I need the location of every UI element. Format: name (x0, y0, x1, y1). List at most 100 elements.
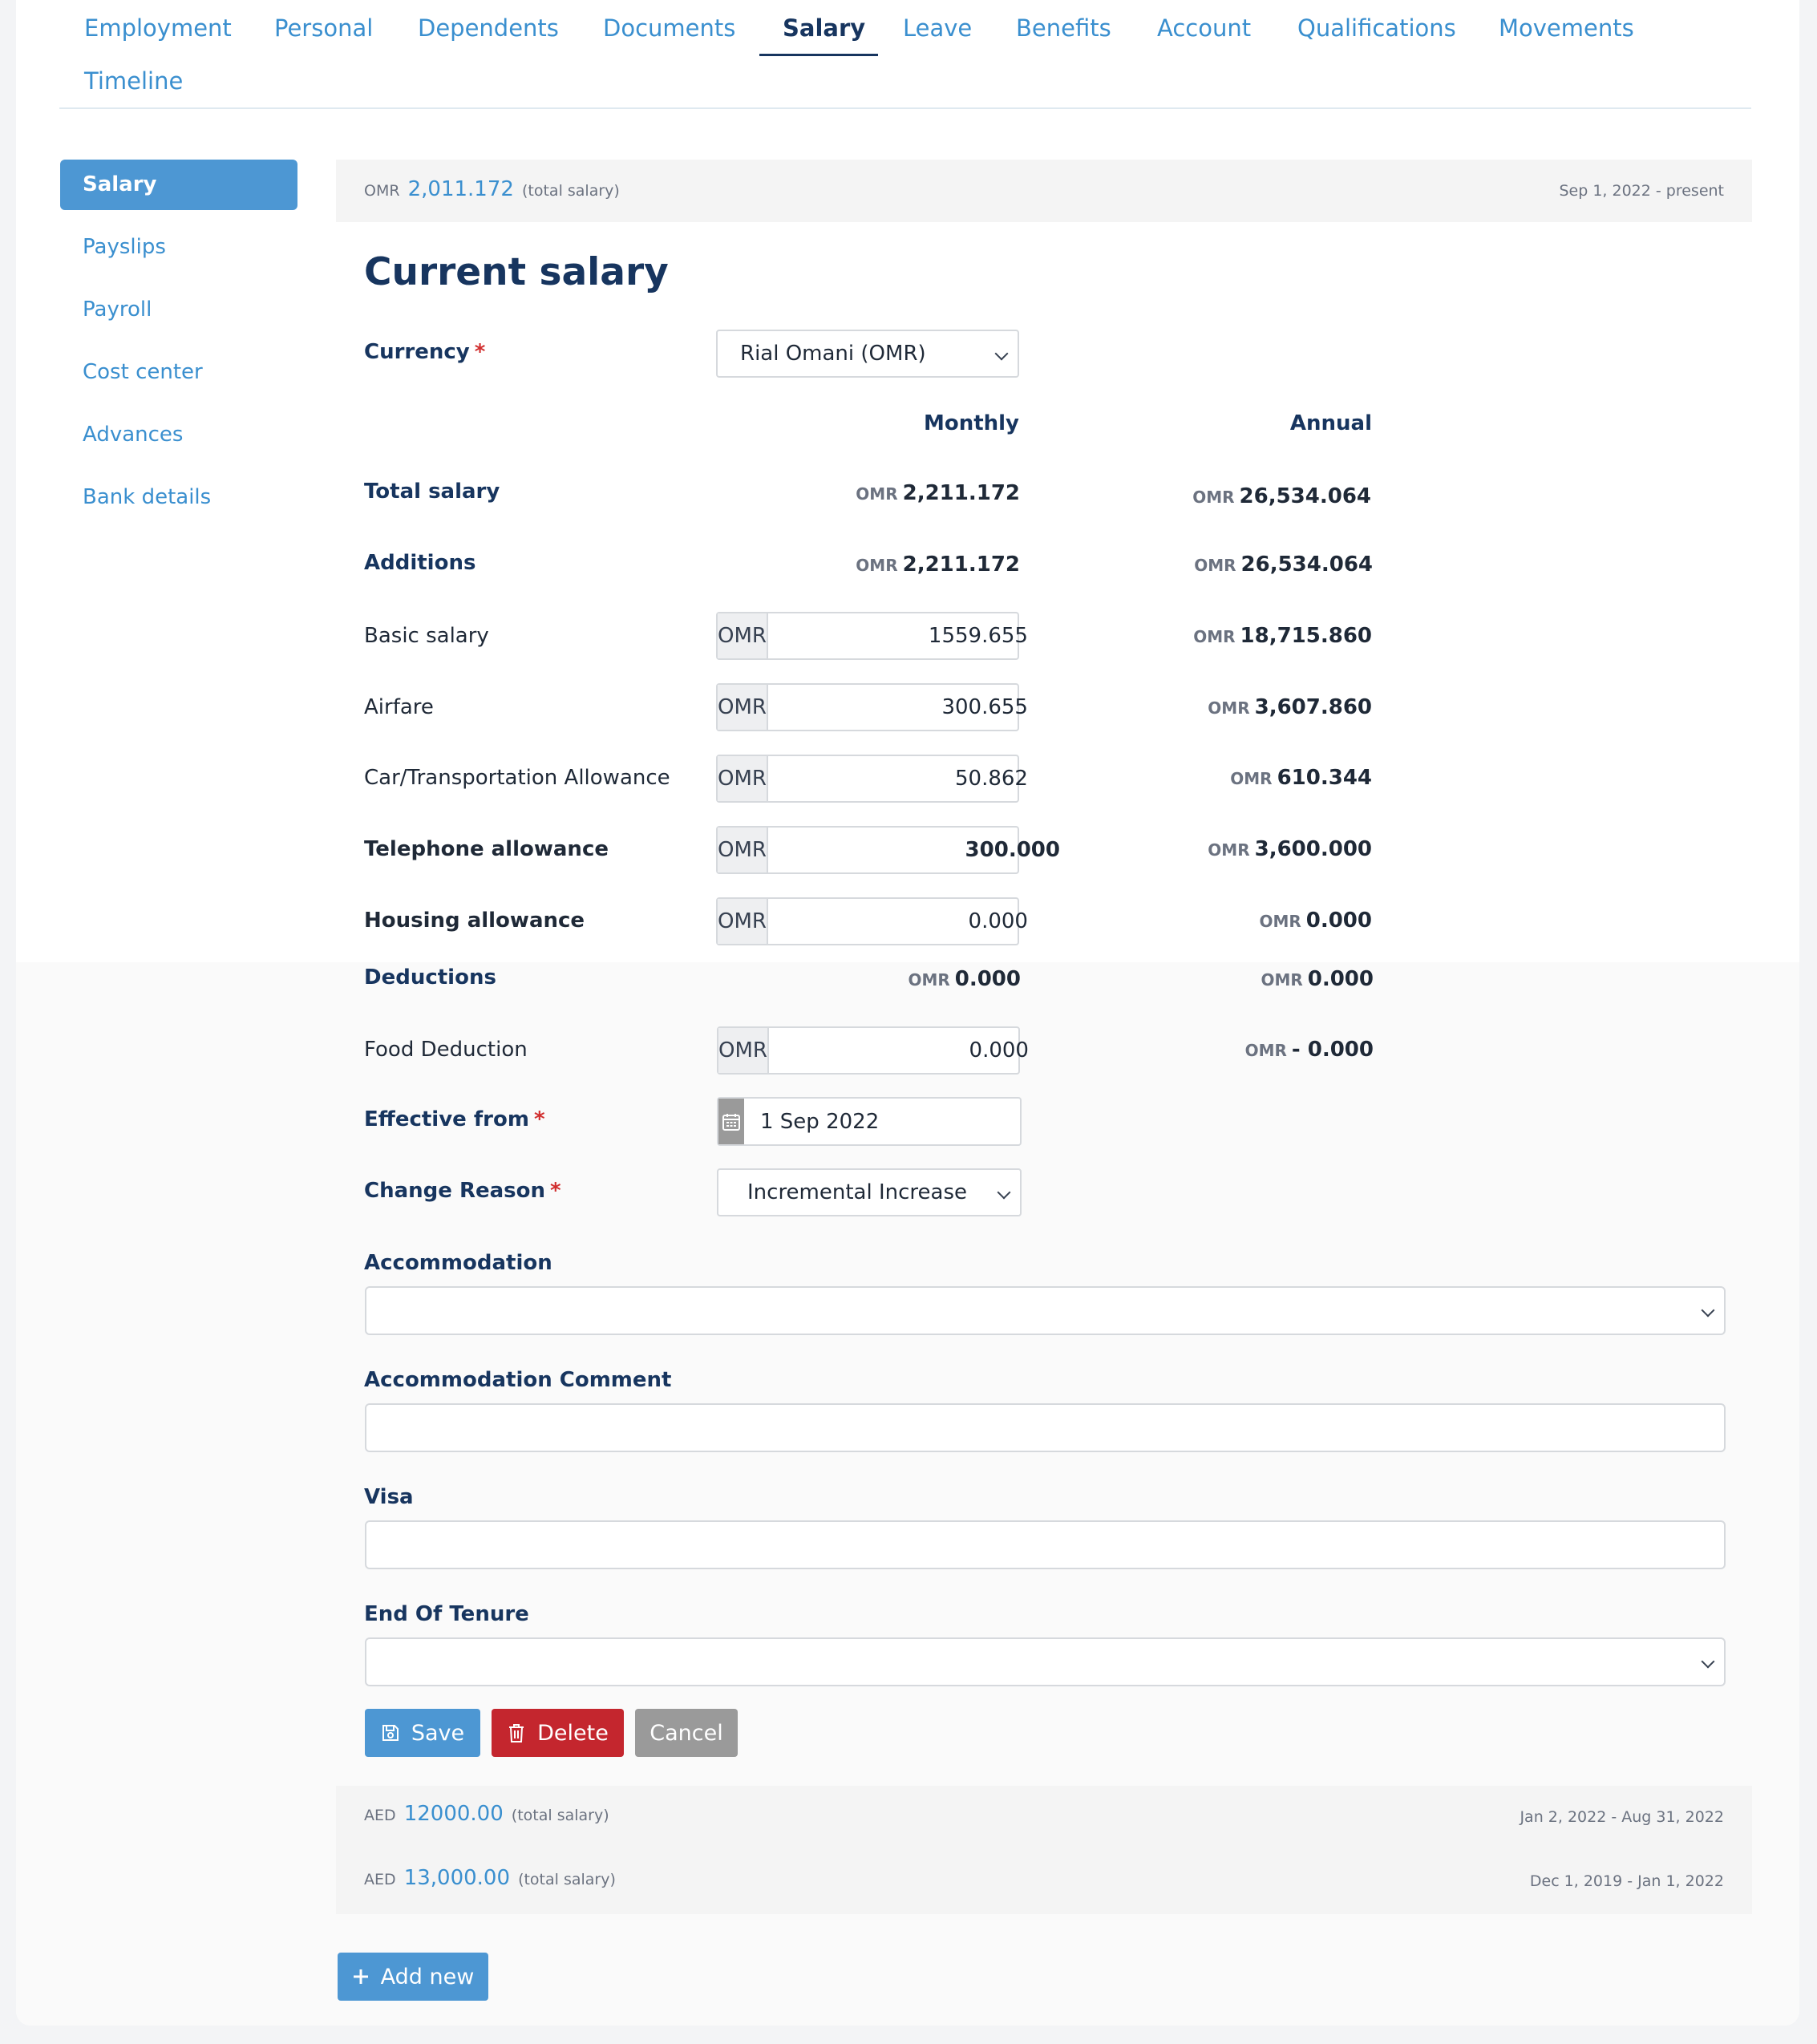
telephone-allowance-label: Telephone allowance (364, 837, 609, 861)
total-salary-label: Total salary (364, 480, 500, 504)
tab-timeline[interactable]: Timeline (84, 67, 183, 95)
tab-movements[interactable]: Movements (1499, 14, 1634, 42)
housing-allowance-annual: OMR 0.000 (1259, 909, 1372, 933)
summary-amount: 2,011.172 (407, 177, 514, 201)
accommodation-select[interactable] (365, 1286, 1726, 1335)
tab-salary[interactable]: Salary (783, 14, 865, 42)
currency-addon: OMR (718, 613, 768, 658)
history-amount: 12000.00 (403, 1802, 504, 1826)
page-title: Current salary (364, 250, 669, 294)
change-reason-label: Change Reason * (364, 1179, 561, 1203)
car-transport-label: Car/Transportation Allowance (364, 766, 670, 790)
delete-button[interactable]: Delete (492, 1709, 624, 1757)
column-annual: Annual (1289, 411, 1372, 435)
total-salary-monthly: OMR 2,211.172 (856, 481, 1020, 505)
currency-addon: OMR (718, 685, 768, 730)
tab-account[interactable]: Account (1157, 14, 1251, 42)
history-note: (total salary) (518, 1871, 616, 1888)
total-salary-annual: OMR 26,534.064 (1192, 484, 1371, 508)
tab-documents[interactable]: Documents (603, 14, 735, 42)
history-period: Jan 2, 2022 - Aug 31, 2022 (1520, 1808, 1724, 1826)
airfare-input[interactable] (767, 685, 1052, 730)
deductions-annual: OMR 0.000 (1261, 967, 1374, 991)
sidebar-item-bank-details[interactable]: Bank details (60, 472, 297, 523)
housing-allowance-label: Housing allowance (364, 909, 585, 933)
save-button[interactable]: Save (365, 1709, 480, 1757)
currency-label: Currency * (364, 340, 486, 364)
airfare-annual: OMR 3,607.860 (1208, 695, 1372, 719)
tab-leave[interactable]: Leave (903, 14, 972, 42)
currency-addon: OMR (718, 899, 768, 944)
salary-history: AED 12000.00 (total salary) Jan 2, 2022 … (336, 1786, 1752, 1914)
visa-field (365, 1520, 1726, 1569)
change-reason-value: Incremental Increase (747, 1180, 968, 1204)
car-transport-input[interactable] (767, 756, 1052, 801)
plus-icon (353, 1969, 368, 1984)
deductions-label: Deductions (364, 965, 496, 990)
tab-personal[interactable]: Personal (274, 14, 373, 42)
current-salary-summary[interactable]: OMR 2,011.172 (total salary) Sep 1, 2022… (336, 160, 1752, 222)
food-deduction-label: Food Deduction (364, 1038, 528, 1062)
cancel-button-label: Cancel (650, 1720, 723, 1746)
summary-currency: OMR (364, 182, 400, 200)
food-deduction-input-group: OMR (717, 1026, 1053, 1075)
tab-employment[interactable]: Employment (84, 14, 232, 42)
tab-qualifications[interactable]: Qualifications (1297, 14, 1456, 42)
accommodation-comment-label: Accommodation Comment (364, 1368, 672, 1392)
accommodation-label: Accommodation (364, 1251, 552, 1275)
housing-allowance-input-group: OMR (716, 897, 1052, 945)
history-total: AED 13,000.00 (total salary) (364, 1866, 616, 1890)
history-total: AED 12000.00 (total salary) (364, 1802, 609, 1826)
additions-annual: OMR 26,534.064 (1194, 552, 1373, 577)
food-deduction-input[interactable] (768, 1028, 1053, 1073)
summary-period: Sep 1, 2022 - present (1559, 182, 1724, 200)
history-currency: AED (364, 1807, 396, 1824)
chevron-down-icon (997, 1185, 1011, 1200)
visa-input[interactable] (366, 1522, 1724, 1568)
basic-salary-input[interactable] (767, 613, 1052, 658)
telephone-allowance-input[interactable] (767, 828, 1084, 872)
telephone-allowance-input-group: OMR (716, 826, 1084, 874)
add-new-button-label: Add new (380, 1964, 475, 1989)
currency-select-value: Rial Omani (OMR) (740, 342, 926, 366)
sidebar-item-cost-center[interactable]: Cost center (60, 347, 297, 398)
accommodation-comment-input[interactable] (366, 1405, 1724, 1451)
sidebar-item-payslips[interactable]: Payslips (60, 222, 297, 273)
additions-monthly: OMR 2,211.172 (856, 552, 1020, 577)
tab-benefits[interactable]: Benefits (1016, 14, 1111, 42)
effective-from-input[interactable] (744, 1099, 1020, 1144)
telephone-allowance-annual: OMR 3,600.000 (1208, 837, 1372, 861)
effective-from-label: Effective from * (364, 1107, 545, 1131)
food-deduction-annual: OMR - 0.000 (1244, 1038, 1374, 1062)
sidebar-item-advances[interactable]: Advances (60, 410, 297, 460)
history-currency: AED (364, 1871, 396, 1888)
sidebar-item-payroll[interactable]: Payroll (60, 285, 297, 335)
change-reason-select[interactable]: Incremental Increase (717, 1168, 1022, 1216)
accommodation-comment-field (365, 1403, 1726, 1452)
chevron-down-icon (994, 346, 1009, 361)
add-new-button[interactable]: Add new (338, 1953, 488, 2001)
chevron-down-icon (1701, 1303, 1715, 1317)
active-tab-indicator (759, 54, 878, 56)
airfare-label: Airfare (364, 695, 434, 719)
visa-label: Visa (364, 1485, 414, 1509)
history-row[interactable]: AED 13,000.00 (total salary) Dec 1, 2019… (336, 1850, 1752, 1914)
end-of-tenure-select[interactable] (365, 1637, 1726, 1686)
housing-allowance-input[interactable] (767, 899, 1052, 944)
car-transport-annual: OMR 610.344 (1230, 766, 1372, 790)
chevron-down-icon (1701, 1654, 1715, 1669)
car-transport-input-group: OMR (716, 755, 1052, 803)
column-monthly: Monthly (923, 411, 1019, 435)
basic-salary-annual: OMR 18,715.860 (1193, 624, 1372, 648)
basic-salary-input-group: OMR (716, 612, 1052, 660)
history-row[interactable]: AED 12000.00 (total salary) Jan 2, 2022 … (336, 1786, 1752, 1850)
sidebar-item-salary[interactable]: Salary (60, 160, 297, 210)
tab-dependents[interactable]: Dependents (418, 14, 559, 42)
history-period: Dec 1, 2019 - Jan 1, 2022 (1529, 1872, 1724, 1890)
calendar-icon[interactable] (718, 1099, 744, 1144)
trash-icon (509, 1724, 524, 1742)
history-note: (total salary) (511, 1807, 609, 1824)
currency-select[interactable]: Rial Omani (OMR) (716, 330, 1019, 378)
cancel-button[interactable]: Cancel (635, 1709, 738, 1757)
delete-button-label: Delete (537, 1720, 609, 1746)
